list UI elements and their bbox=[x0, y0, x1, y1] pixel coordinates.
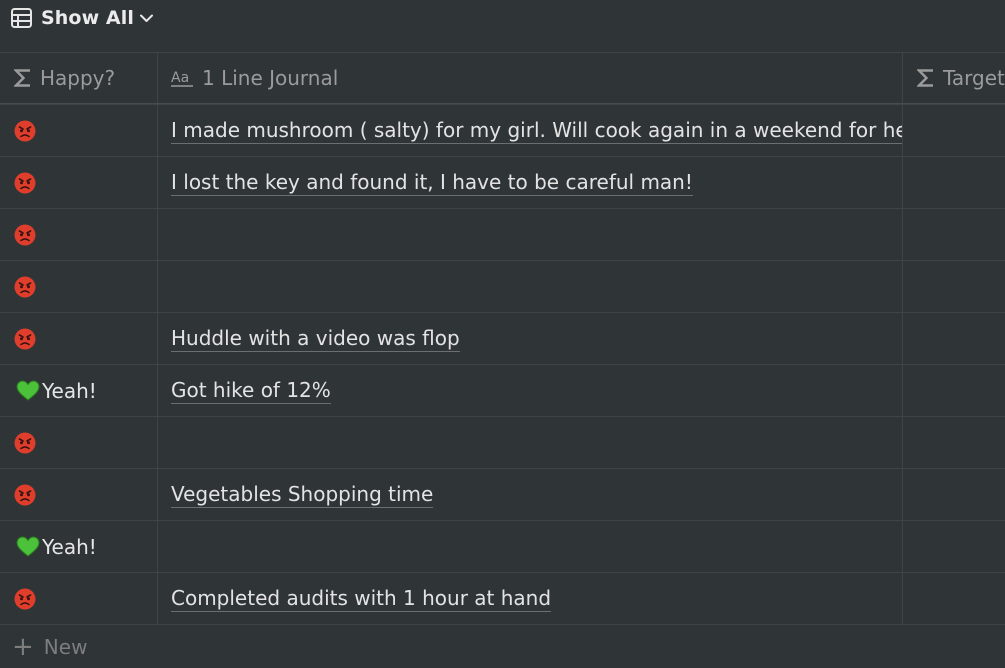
happy-cell[interactable] bbox=[0, 105, 158, 156]
journal-entry-link[interactable]: Completed audits with 1 hour at hand bbox=[171, 586, 552, 612]
angry-face-icon bbox=[14, 224, 36, 246]
happy-cell[interactable] bbox=[0, 157, 158, 208]
target-cell[interactable] bbox=[903, 365, 1005, 416]
angry-face-icon bbox=[14, 276, 36, 298]
target-cell[interactable] bbox=[903, 417, 1005, 468]
table-row[interactable]: Completed audits with 1 hour at hand bbox=[0, 572, 1005, 624]
column-header-happy[interactable]: Happy? bbox=[0, 53, 158, 103]
journal-cell[interactable] bbox=[158, 521, 903, 572]
journal-cell[interactable] bbox=[158, 261, 903, 312]
green-heart-icon bbox=[16, 379, 40, 402]
happy-cell[interactable] bbox=[0, 417, 158, 468]
target-cell[interactable] bbox=[903, 521, 1005, 572]
title-text-icon: Aa bbox=[171, 68, 194, 88]
happy-cell[interactable] bbox=[0, 209, 158, 260]
target-cell[interactable] bbox=[903, 573, 1005, 624]
angry-face-icon bbox=[14, 172, 36, 194]
new-row-button[interactable]: + New bbox=[0, 624, 1005, 668]
journal-cell[interactable]: Vegetables Shopping time bbox=[158, 469, 903, 520]
target-cell[interactable] bbox=[903, 313, 1005, 364]
formula-icon bbox=[917, 68, 935, 88]
formula-icon bbox=[14, 68, 32, 88]
chevron-down-icon bbox=[140, 11, 154, 25]
journal-cell[interactable]: Got hike of 12% bbox=[158, 365, 903, 416]
angry-face-icon bbox=[14, 484, 36, 506]
angry-face-icon bbox=[14, 120, 36, 142]
happy-cell[interactable] bbox=[0, 573, 158, 624]
target-cell[interactable] bbox=[903, 157, 1005, 208]
column-header-label: Happy? bbox=[40, 66, 116, 90]
target-cell[interactable] bbox=[903, 105, 1005, 156]
table-row[interactable]: I lost the key and found it, I have to b… bbox=[0, 156, 1005, 208]
journal-cell[interactable]: Completed audits with 1 hour at hand bbox=[158, 573, 903, 624]
table-row[interactable]: Yeah! Got hike of 12% bbox=[0, 364, 1005, 416]
new-row-label: New bbox=[43, 634, 88, 659]
happy-label: Yeah! bbox=[42, 378, 97, 403]
happy-label: Yeah! bbox=[42, 534, 97, 559]
table-row[interactable]: Yeah! bbox=[0, 520, 1005, 572]
column-header-target[interactable]: Target bbox=[903, 53, 1005, 103]
table-row[interactable]: I made mushroom ( salty) for my girl. Wi… bbox=[0, 104, 1005, 156]
green-heart-icon bbox=[16, 535, 40, 558]
column-header-journal[interactable]: Aa 1 Line Journal bbox=[158, 53, 903, 103]
table-header: Happy? Aa 1 Line Journal Target bbox=[0, 52, 1005, 104]
target-cell[interactable] bbox=[903, 261, 1005, 312]
journal-entry-link[interactable]: Got hike of 12% bbox=[171, 378, 331, 404]
journal-cell[interactable]: Huddle with a video was flop bbox=[158, 313, 903, 364]
journal-cell[interactable]: I made mushroom ( salty) for my girl. Wi… bbox=[158, 105, 903, 156]
happy-cell[interactable]: Yeah! bbox=[0, 521, 158, 572]
happy-cell[interactable] bbox=[0, 261, 158, 312]
journal-entry-link[interactable]: Vegetables Shopping time bbox=[171, 482, 434, 508]
svg-text:Aa: Aa bbox=[171, 70, 189, 86]
table-row[interactable]: Vegetables Shopping time bbox=[0, 468, 1005, 520]
table-icon bbox=[10, 7, 32, 29]
happy-cell[interactable] bbox=[0, 469, 158, 520]
happy-cell[interactable] bbox=[0, 313, 158, 364]
journal-cell[interactable] bbox=[158, 209, 903, 260]
database-table: Happy? Aa 1 Line Journal Target I made m… bbox=[0, 52, 1005, 668]
journal-cell[interactable]: I lost the key and found it, I have to b… bbox=[158, 157, 903, 208]
journal-entry-link[interactable]: Huddle with a video was flop bbox=[171, 326, 460, 352]
table-row[interactable]: Huddle with a video was flop bbox=[0, 312, 1005, 364]
column-header-label: Target bbox=[943, 66, 1005, 90]
angry-face-icon bbox=[14, 328, 36, 350]
table-row[interactable] bbox=[0, 260, 1005, 312]
view-label: Show All bbox=[41, 7, 134, 29]
journal-entry-link[interactable]: I lost the key and found it, I have to b… bbox=[171, 170, 693, 196]
table-row[interactable] bbox=[0, 208, 1005, 260]
plus-icon: + bbox=[12, 631, 34, 662]
angry-face-icon bbox=[14, 588, 36, 610]
table-row[interactable] bbox=[0, 416, 1005, 468]
happy-cell[interactable]: Yeah! bbox=[0, 365, 158, 416]
view-switcher[interactable]: Show All bbox=[0, 0, 1005, 36]
journal-cell[interactable] bbox=[158, 417, 903, 468]
column-header-label: 1 Line Journal bbox=[202, 66, 339, 90]
journal-entry-link[interactable]: I made mushroom ( salty) for my girl. Wi… bbox=[171, 118, 902, 144]
target-cell[interactable] bbox=[903, 469, 1005, 520]
target-cell[interactable] bbox=[903, 209, 1005, 260]
angry-face-icon bbox=[14, 432, 36, 454]
